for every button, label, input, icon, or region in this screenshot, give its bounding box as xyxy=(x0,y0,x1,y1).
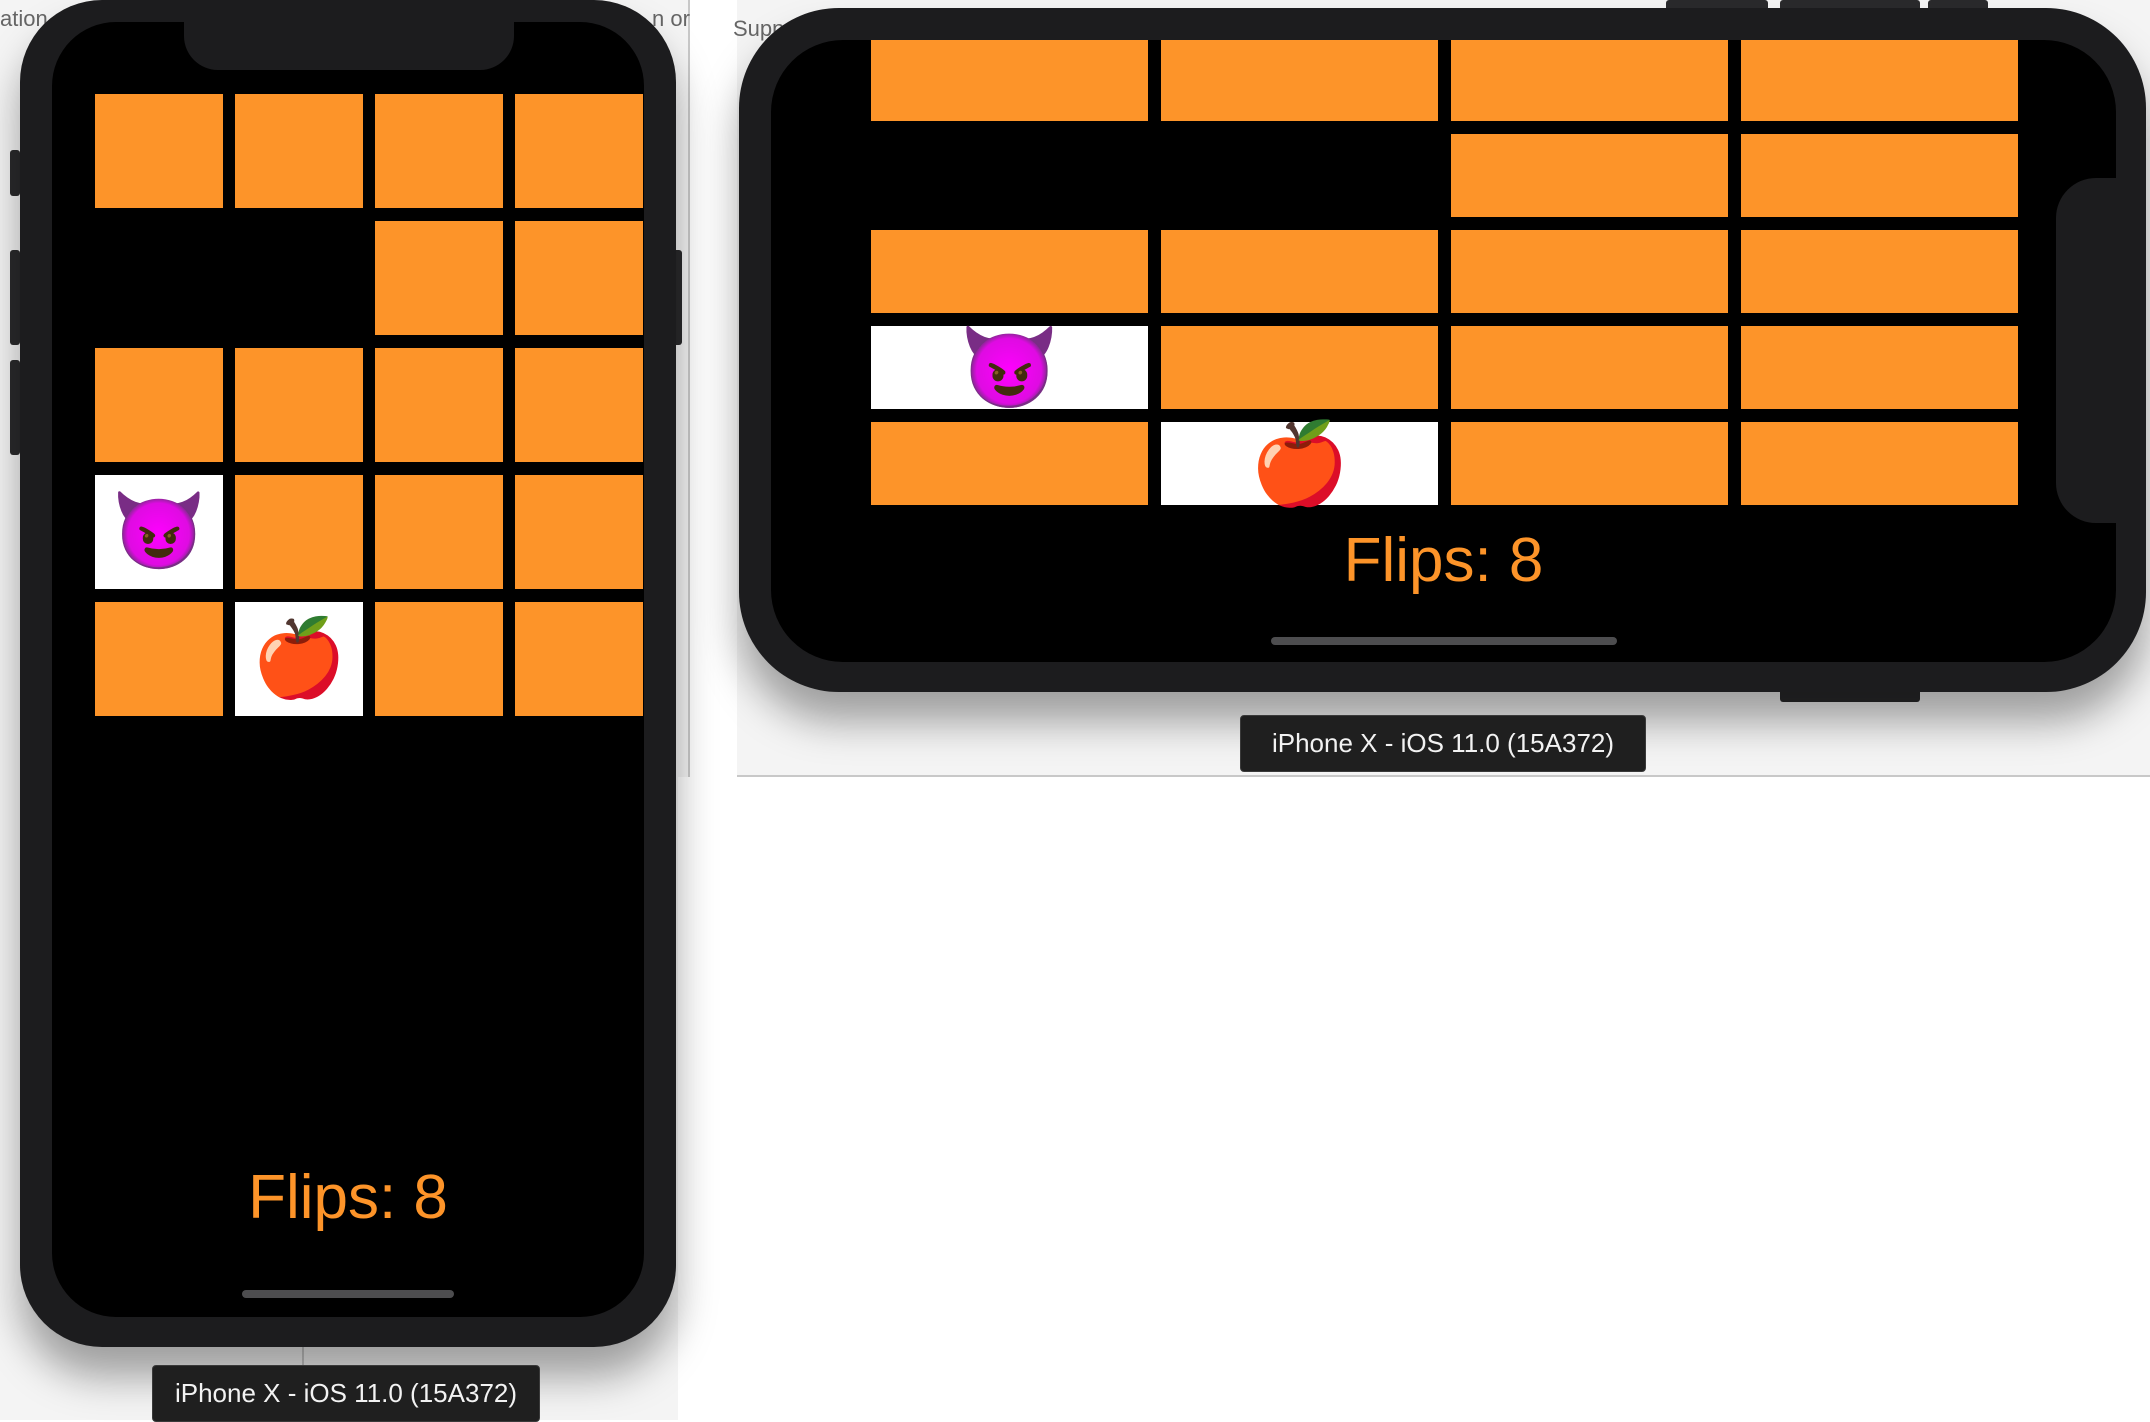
landscape-card-r3c3[interactable] xyxy=(1451,230,1728,313)
landscape-card-r2c2 xyxy=(1161,134,1438,217)
landscape-card-r2c1 xyxy=(871,134,1148,217)
portrait-card-r1c2[interactable] xyxy=(235,94,363,208)
landscape-card-r3c1[interactable] xyxy=(871,230,1148,313)
portrait-card-r4c3[interactable] xyxy=(375,475,503,589)
portrait-side-button-3 xyxy=(10,360,20,455)
landscape-card-r5c1[interactable] xyxy=(871,422,1148,505)
portrait-card-emoji: 😈 xyxy=(111,489,207,574)
portrait-card-emoji: 🍎 xyxy=(251,616,347,701)
portrait-flips-label: Flips: 8 xyxy=(248,1163,448,1232)
portrait-card-r5c4[interactable] xyxy=(515,602,643,716)
portrait-iphone-frame: 😈 🍎 Flips: 8 xyxy=(20,0,676,1347)
portrait-card-r4c1[interactable]: 😈 xyxy=(95,475,223,589)
portrait-card-r3c3[interactable] xyxy=(375,348,503,462)
landscape-card-r2c3[interactable] xyxy=(1451,134,1728,217)
backdrop-edge-right xyxy=(737,775,2150,777)
portrait-card-r2c3[interactable] xyxy=(375,221,503,335)
backdrop-edge-left xyxy=(688,0,690,777)
landscape-card-r2c4[interactable] xyxy=(1741,134,2018,217)
landscape-card-r4c1[interactable]: 😈 xyxy=(871,326,1148,409)
portrait-screen: 😈 🍎 Flips: 8 xyxy=(52,22,644,1317)
landscape-flips-label: Flips: 8 xyxy=(1343,526,1544,595)
portrait-card-r5c2[interactable]: 🍎 xyxy=(235,602,363,716)
landscape-card-r1c2[interactable] xyxy=(1161,40,1438,121)
landscape-iphone-frame: 😈 🍎 Flips: 8 xyxy=(739,8,2146,692)
portrait-device-label: iPhone X - iOS 11.0 (15A372) xyxy=(152,1365,540,1422)
landscape-card-r5c3[interactable] xyxy=(1451,422,1728,505)
portrait-card-r5c1[interactable] xyxy=(95,602,223,716)
backdrop-text-left-right: n or xyxy=(652,6,690,31)
portrait-card-r1c3[interactable] xyxy=(375,94,503,208)
landscape-card-r5c4[interactable] xyxy=(1741,422,2018,505)
landscape-home-indicator[interactable] xyxy=(1271,637,1617,645)
portrait-side-button-2 xyxy=(10,250,20,345)
landscape-card-r1c3[interactable] xyxy=(1451,40,1728,121)
portrait-card-r2c4[interactable] xyxy=(515,221,643,335)
landscape-card-r5c2[interactable]: 🍎 xyxy=(1161,422,1438,505)
portrait-card-r5c3[interactable] xyxy=(375,602,503,716)
landscape-card-emoji: 🍎 xyxy=(1249,418,1350,508)
portrait-card-r3c4[interactable] xyxy=(515,348,643,462)
landscape-device-label: iPhone X - iOS 11.0 (15A372) xyxy=(1240,715,1646,772)
portrait-card-r2c1 xyxy=(95,221,223,335)
landscape-screen: 😈 🍎 Flips: 8 xyxy=(771,40,2116,662)
portrait-card-r1c4[interactable] xyxy=(515,94,643,208)
landscape-card-r4c3[interactable] xyxy=(1451,326,1728,409)
landscape-card-r1c1[interactable] xyxy=(871,40,1148,121)
portrait-home-indicator[interactable] xyxy=(242,1290,454,1298)
portrait-card-r3c1[interactable] xyxy=(95,348,223,462)
landscape-card-r3c2[interactable] xyxy=(1161,230,1438,313)
landscape-card-r4c2[interactable] xyxy=(1161,326,1438,409)
portrait-card-r4c2[interactable] xyxy=(235,475,363,589)
landscape-notch xyxy=(2056,178,2116,523)
landscape-card-r1c4[interactable] xyxy=(1741,40,2018,121)
portrait-card-r3c2[interactable] xyxy=(235,348,363,462)
portrait-card-r2c2 xyxy=(235,221,363,335)
landscape-card-r4c4[interactable] xyxy=(1741,326,2018,409)
portrait-card-r4c4[interactable] xyxy=(515,475,643,589)
portrait-notch xyxy=(184,22,514,70)
portrait-side-button-1 xyxy=(10,150,20,196)
landscape-card-emoji: 😈 xyxy=(959,322,1060,412)
portrait-card-r1c1[interactable] xyxy=(95,94,223,208)
landscape-card-r3c4[interactable] xyxy=(1741,230,2018,313)
